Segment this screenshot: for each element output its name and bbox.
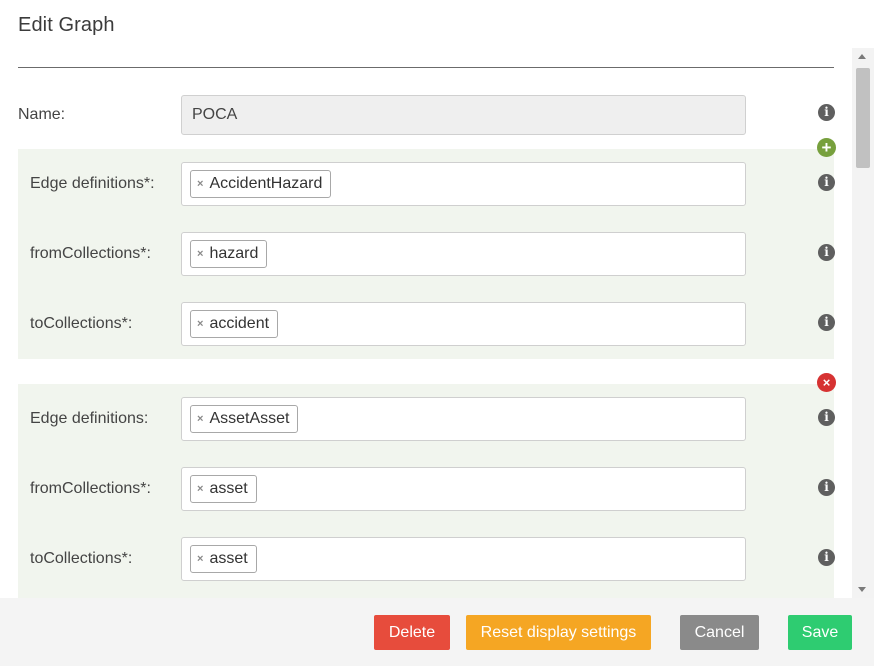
delete-button[interactable]: Delete — [374, 615, 450, 650]
from-collections-info-icon[interactable]: i — [818, 479, 835, 496]
remove-edge-definition-icon[interactable]: × — [817, 373, 836, 392]
to-collection-tag: × asset — [190, 545, 257, 573]
from-collections-info-icon[interactable]: i — [818, 244, 835, 261]
name-info-icon[interactable]: i — [818, 104, 835, 121]
tag-label: AssetAsset — [209, 410, 290, 427]
tag-remove-icon[interactable]: × — [197, 248, 203, 260]
edge-definitions-label: Edge definitions: — [30, 410, 149, 427]
reset-display-settings-button[interactable]: Reset display settings — [466, 615, 651, 650]
scroll-thumb[interactable] — [856, 68, 870, 168]
from-collections-input[interactable]: × hazard — [181, 232, 746, 276]
scroll-down-arrow-icon[interactable] — [858, 587, 866, 592]
tag-label: asset — [209, 550, 248, 567]
tag-label: accident — [209, 315, 270, 332]
vertical-scrollbar[interactable] — [852, 48, 874, 598]
edge-definitions-info-icon[interactable]: i — [818, 174, 835, 191]
name-value: POCA — [192, 106, 238, 123]
from-collections-label: fromCollections*: — [30, 480, 151, 497]
edge-definition-tag: × AssetAsset — [190, 405, 299, 433]
tag-label: asset — [209, 480, 248, 497]
cancel-button[interactable]: Cancel — [680, 615, 759, 650]
from-collections-input[interactable]: × asset — [181, 467, 746, 511]
to-collections-info-icon[interactable]: i — [818, 314, 835, 331]
tag-remove-icon[interactable]: × — [197, 178, 203, 190]
tag-remove-icon[interactable]: × — [197, 483, 203, 495]
add-edge-definition-icon[interactable]: + — [817, 138, 836, 157]
edge-definitions-input[interactable]: × AssetAsset — [181, 397, 746, 441]
tag-remove-icon[interactable]: × — [197, 553, 203, 565]
from-collections-label: fromCollections*: — [30, 245, 151, 262]
save-button[interactable]: Save — [788, 615, 852, 650]
to-collections-input[interactable]: × asset — [181, 537, 746, 581]
edge-definitions-label: Edge definitions*: — [30, 175, 155, 192]
scroll-up-arrow-icon[interactable] — [858, 54, 866, 59]
tag-label: AccidentHazard — [209, 175, 323, 192]
name-field: POCA — [181, 95, 746, 135]
tag-label: hazard — [209, 245, 259, 262]
to-collections-label: toCollections*: — [30, 315, 133, 332]
modal-title: Edit Graph — [18, 14, 115, 36]
to-collection-tag: × accident — [190, 310, 279, 338]
edge-definitions-input[interactable]: × AccidentHazard — [181, 162, 746, 206]
modal-footer: Delete Reset display settings Cancel Sav… — [0, 598, 874, 666]
from-collection-tag: × hazard — [190, 240, 268, 268]
from-collection-tag: × asset — [190, 475, 257, 503]
tag-remove-icon[interactable]: × — [197, 413, 203, 425]
to-collections-input[interactable]: × accident — [181, 302, 746, 346]
to-collections-label: toCollections*: — [30, 550, 133, 567]
name-label: Name: — [18, 106, 66, 123]
to-collections-info-icon[interactable]: i — [818, 549, 835, 566]
modal-body: Name: POCA i + Edge definitions*: × Acci… — [0, 68, 852, 598]
tag-remove-icon[interactable]: × — [197, 318, 203, 330]
edge-definitions-info-icon[interactable]: i — [818, 409, 835, 426]
edge-definition-tag: × AccidentHazard — [190, 170, 332, 198]
